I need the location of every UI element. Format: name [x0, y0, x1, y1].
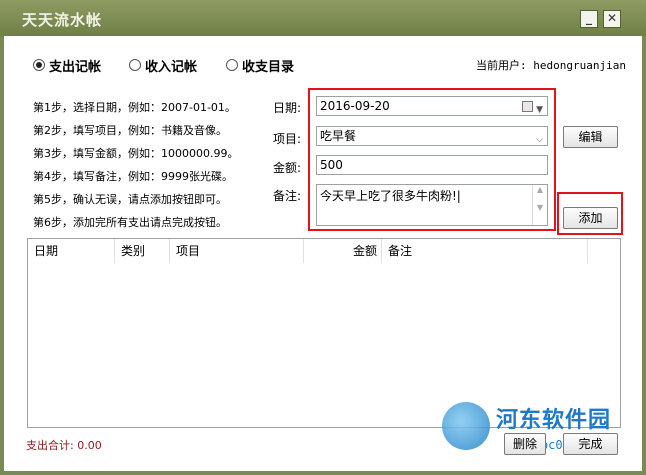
current-user: 当前用户: hedongruanjian — [476, 59, 626, 72]
finish-button[interactable]: 完成 — [563, 433, 618, 455]
highlight-box-form — [308, 88, 556, 231]
note-label: 备注: — [273, 189, 302, 203]
delete-button[interactable]: 删除 — [504, 433, 546, 455]
title-bar[interactable]: 天天流水帐 _ ✕ — [0, 0, 646, 36]
column-header-category[interactable]: 类别 — [115, 239, 170, 263]
close-button[interactable]: ✕ — [603, 10, 621, 28]
column-header-amount[interactable]: 金额 — [304, 239, 382, 263]
step-5: 第5步，确认无误，请点添加按钮即可。 — [33, 193, 227, 206]
step-4: 第4步，填写备注，例如：9999张光碟。 — [33, 170, 233, 183]
column-header-item[interactable]: 项目 — [170, 239, 304, 263]
amount-label: 金额: — [273, 161, 302, 175]
column-header-date[interactable]: 日期 — [28, 239, 115, 263]
app-window: 天天流水帐 _ ✕ 支出记帐 收入记帐 收支目录 当前用户: hedongrua… — [0, 0, 646, 475]
step-2: 第2步，填写项目，例如：书籍及音像。 — [33, 124, 227, 137]
edit-button[interactable]: 编辑 — [563, 126, 618, 148]
date-label: 日期: — [273, 101, 302, 115]
radio-icon — [226, 59, 238, 71]
tab-income[interactable]: 收入记帐 — [129, 57, 198, 75]
highlight-box-add — [557, 192, 623, 235]
tab-catalog-label: 收支目录 — [242, 59, 295, 75]
watermark-text: 河东软件园 — [496, 408, 612, 433]
tab-catalog[interactable]: 收支目录 — [226, 57, 295, 75]
watermark-logo-icon — [442, 402, 490, 450]
column-header-note[interactable]: 备注 — [382, 239, 588, 263]
tab-expense[interactable]: 支出记帐 — [33, 57, 102, 75]
step-6: 第6步，添加完所有支出请点完成按钮。 — [33, 216, 227, 229]
window-title: 天天流水帐 — [22, 11, 103, 29]
radio-selected-icon — [33, 59, 45, 71]
item-label: 项目: — [273, 132, 302, 146]
expense-total: 支出合计: 0.00 — [26, 439, 102, 452]
radio-icon — [129, 59, 141, 71]
tab-income-label: 收入记帐 — [145, 59, 198, 75]
step-1: 第1步，选择日期，例如：2007-01-01。 — [33, 101, 236, 114]
step-3: 第3步，填写金额，例如：1000000.99。 — [33, 147, 239, 160]
tab-expense-label: 支出记帐 — [49, 59, 102, 75]
minimize-button[interactable]: _ — [580, 10, 598, 28]
